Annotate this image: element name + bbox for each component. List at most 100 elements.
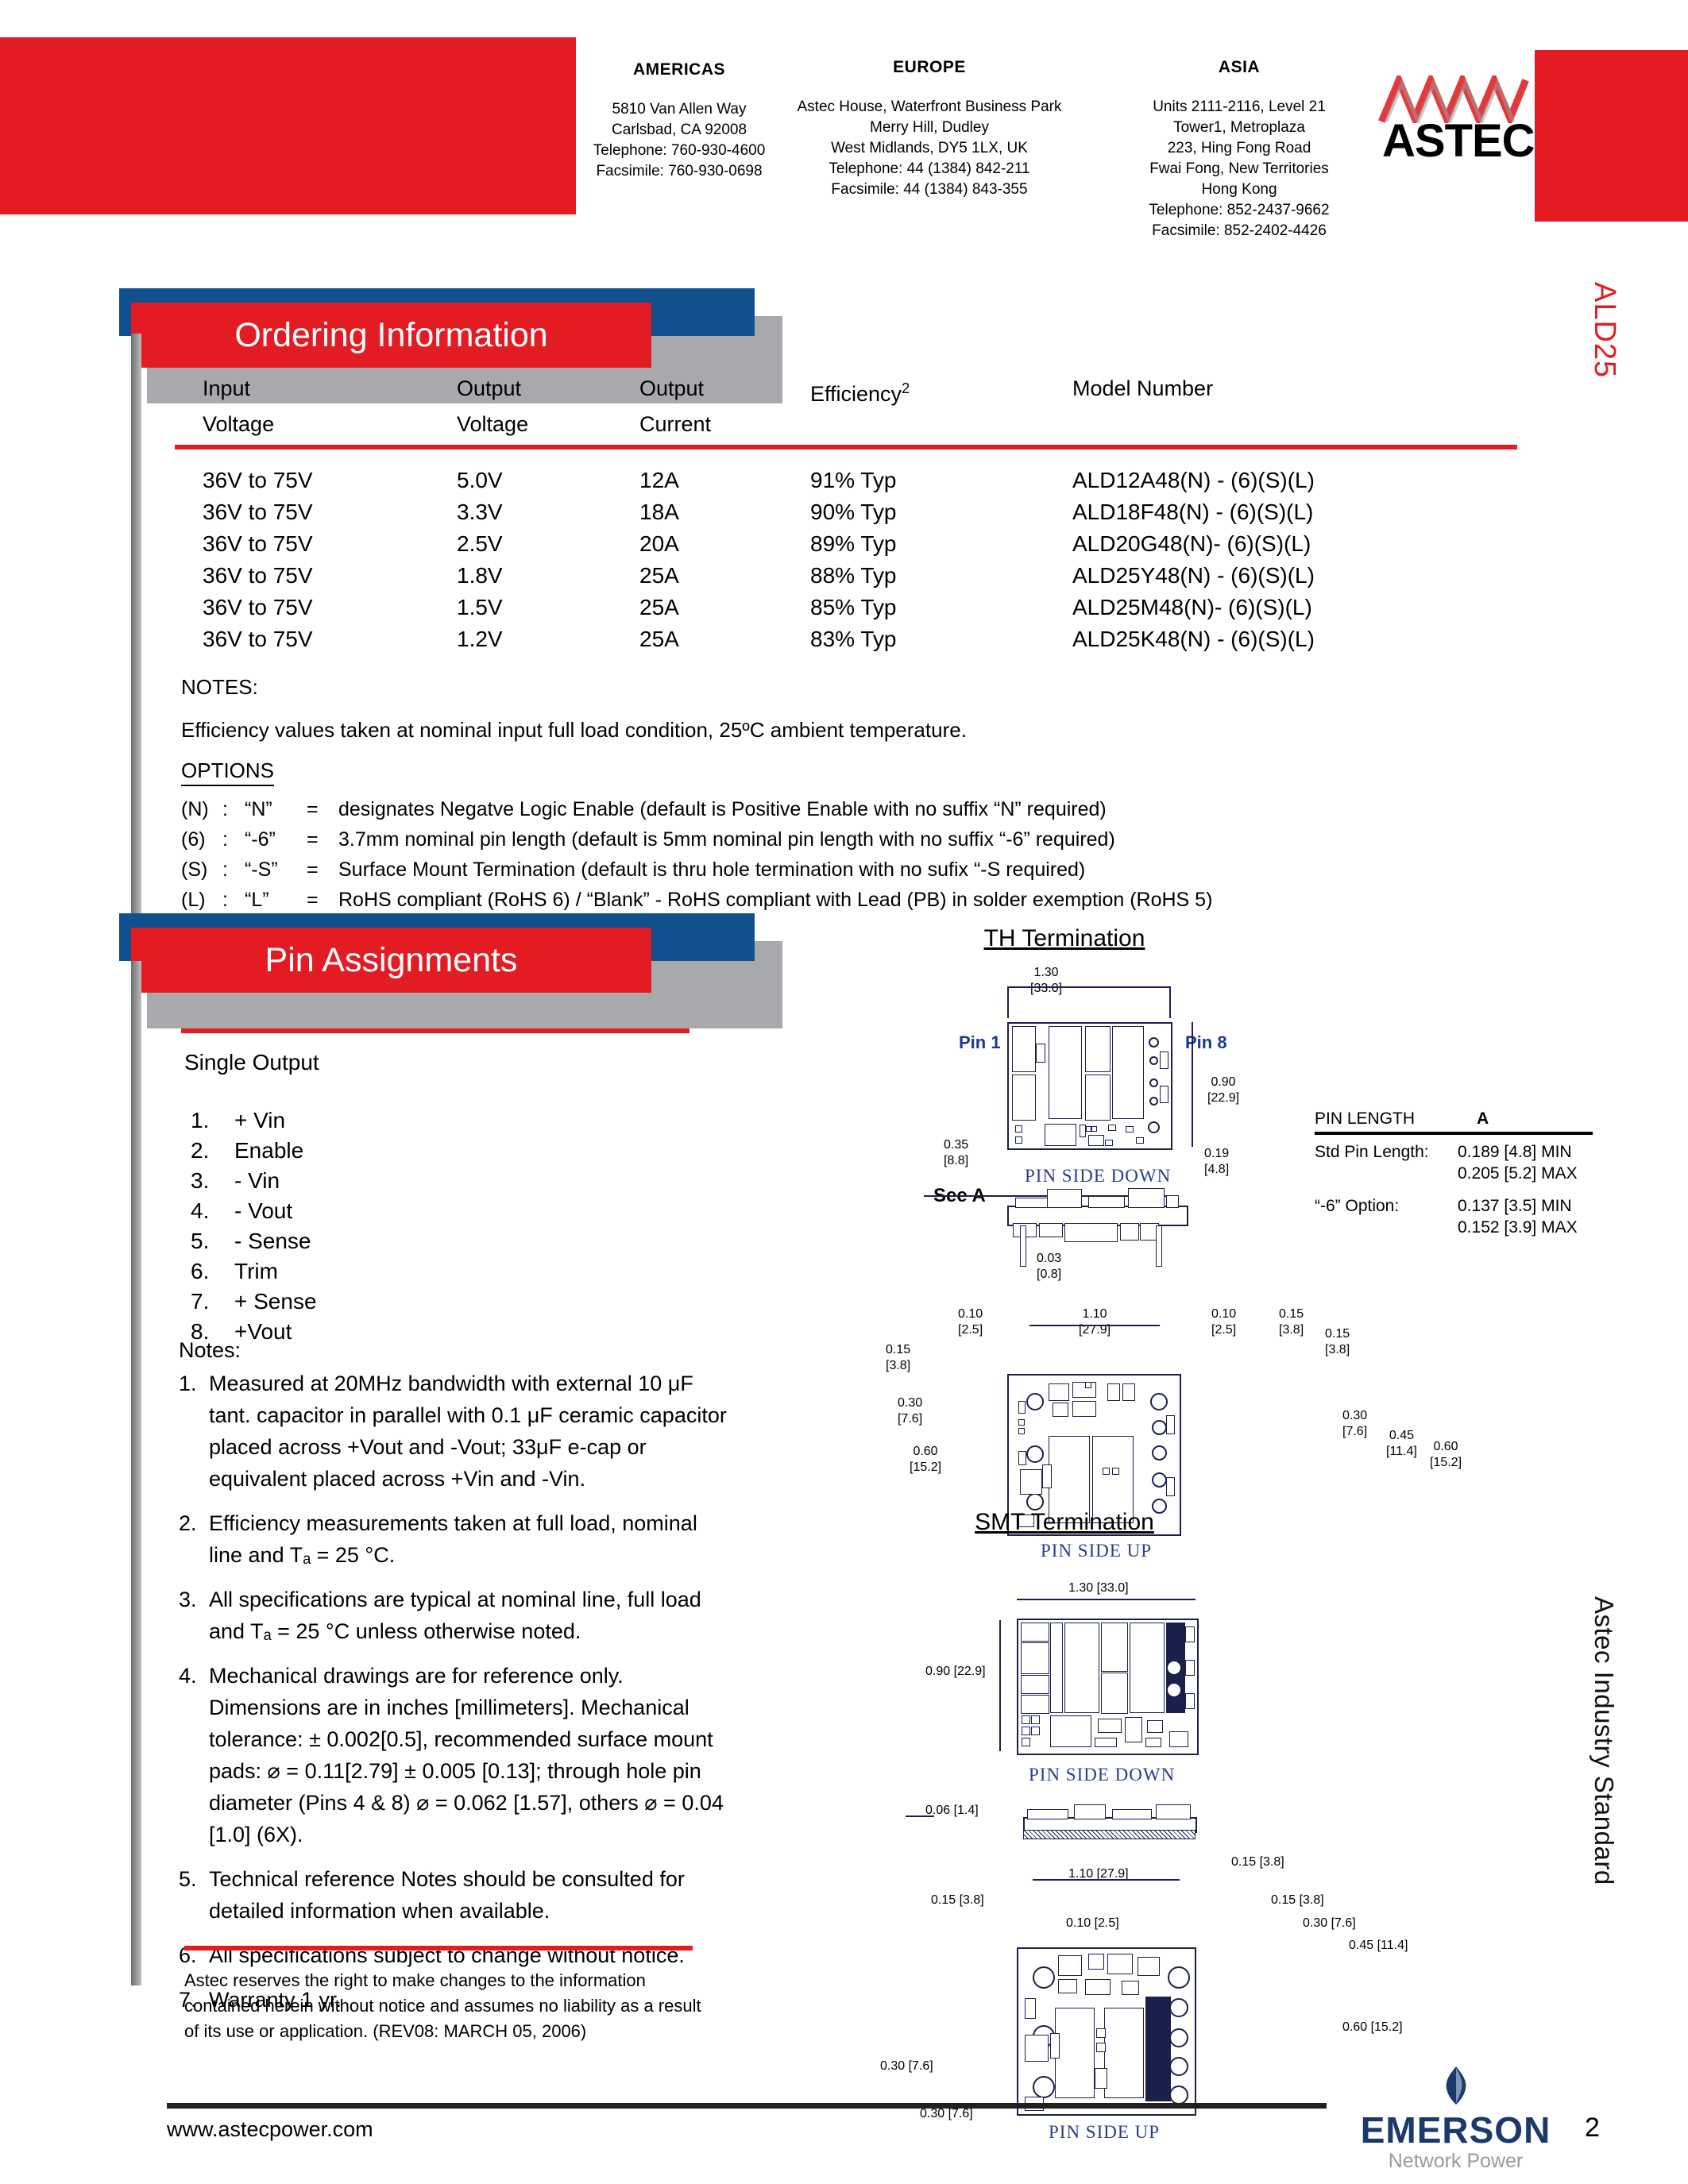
option-text: designates Negatve Logic Enable (default… (338, 798, 1107, 820)
note-number: 3. (179, 1588, 197, 1611)
table-row: 36V to 75V 1.8V 25A 88% Typ ALD25Y48(N) … (203, 560, 1513, 592)
dim-value-mm: [15.2] (1430, 1456, 1462, 1469)
dim-th-015-b: 0.15 [3.8] (1325, 1326, 1350, 1358)
cell-efficiency: 90% Typ (810, 500, 897, 524)
cell-output-voltage: 5.0V (457, 468, 503, 492)
option-key: (N) (181, 798, 209, 820)
note-item: 1. Measured at 20MHz bandwidth with exter… (179, 1368, 727, 1495)
list-item: 2. Enable (191, 1136, 317, 1166)
dim-value-mm: [3.8] (886, 1359, 911, 1372)
dim-th-003: 0.03 [0.8] (1037, 1251, 1061, 1283)
dim-value-mm: [22.9] (1207, 1091, 1240, 1105)
cell-efficiency: 83% Typ (810, 627, 897, 651)
cell-output-current: 25A (639, 627, 679, 651)
pin-label: + Vin (234, 1108, 286, 1133)
office-line: Astec House, Waterfront Business Park (797, 98, 1062, 115)
option-item: (S) : “-S” = Surface Mount Termination (… (181, 855, 1532, 885)
pin-number: 3. (191, 1168, 210, 1193)
dim-value-mm: [8.8] (944, 1154, 969, 1167)
ordering-table-header: Input Output Output Efficiency2 Model Nu… (203, 373, 1513, 439)
table-row: Std Pin Length: 0.189 [4.8] MIN (1315, 1141, 1593, 1163)
dim-value-in: 0.15 (1325, 1327, 1350, 1341)
th-side-part (1120, 1223, 1139, 1241)
dim-smt-010: 0.10 [2.5] (1066, 1916, 1119, 1930)
dim-th-030-left: 0.30 [7.6] (898, 1395, 922, 1427)
col-header-output-voltage: Output (457, 376, 522, 400)
page-header: AMERICAS 5810 Van Allen Way Carlsbad, CA… (0, 0, 1688, 242)
pin1-label: Pin 1 (959, 1032, 1001, 1052)
note-number: 6. (179, 1943, 197, 1967)
note-text: Mechanical drawings are for reference on… (209, 1664, 724, 1846)
cell-efficiency: 89% Typ (810, 531, 897, 556)
dim-th-015-c: 0.15 [3.8] (886, 1342, 910, 1374)
emerson-wordmark: EMERSON (1360, 2109, 1551, 2151)
note-text: Technical reference Notes should be cons… (209, 1867, 685, 1923)
efficiency-footnote-marker: 2 (902, 380, 910, 396)
section-rail (131, 334, 141, 969)
office-line: 5810 Van Allen Way (612, 101, 747, 118)
note-item: 4. Mechanical drawings are for reference … (179, 1660, 727, 1850)
office-europe: EUROPE Astec House, Waterfront Business … (782, 57, 1076, 200)
option-text: 3.7mm nominal pin length (default is 5mm… (338, 828, 1115, 851)
dim-arrow-line (1192, 1022, 1193, 1147)
dim-value-in: 0.60 (913, 1445, 938, 1458)
table-row: 36V to 75V 2.5V 20A 89% Typ ALD20G48(N)-… (203, 528, 1513, 560)
table-row: 36V to 75V 5.0V 12A 91% Typ ALD12A48(N) … (203, 465, 1513, 496)
footer-website-link[interactable]: www.astecpower.com (167, 2117, 373, 2142)
option-code: “N” (245, 798, 272, 820)
th-side-part (1064, 1223, 1118, 1242)
dim-value-mm: [11.4] (1386, 1445, 1417, 1458)
cell-output-voltage: 3.3V (457, 500, 503, 524)
dim-arrow-line (1029, 1325, 1160, 1326)
list-item: 4. - Vout (191, 1196, 317, 1226)
ordering-table-body: 36V to 75V 5.0V 12A 91% Typ ALD12A48(N) … (203, 465, 1513, 655)
office-line: Facsimile: 760-930-0698 (596, 163, 763, 179)
pin-length-max: 0.205 [5.2] MAX (1458, 1164, 1578, 1183)
dim-ext-line (1007, 986, 1009, 1018)
pin-assignments-banner: Pin Assignments (119, 913, 834, 1040)
efficiency-label: Efficiency (810, 382, 902, 406)
dim-value-mm: [4.8] (1204, 1163, 1230, 1176)
dim-value-in: 1.10 (1082, 1307, 1107, 1321)
col-header-output-voltage-2: Voltage (457, 412, 529, 436)
dim-th-045: 0.45 [11.4] (1386, 1428, 1417, 1460)
option-colon: : (222, 889, 228, 911)
cell-input-voltage: 36V to 75V (203, 531, 313, 556)
dim-th-060: 0.60 [15.2] (910, 1444, 941, 1476)
options-title: OPTIONS (181, 758, 275, 786)
note-item: 2. Efficiency measurements taken at full … (179, 1507, 727, 1571)
note-text: Efficiency measurements taken at full lo… (209, 1511, 697, 1567)
dim-th-width: 1.30 [33.0] (1030, 965, 1062, 997)
note-text: Measured at 20MHz bandwidth with externa… (209, 1372, 727, 1491)
option-text: Surface Mount Termination (default is th… (338, 859, 1086, 881)
dim-th-010-left: 0.10 [2.5] (958, 1306, 983, 1338)
list-item: 1. + Vin (191, 1106, 317, 1136)
cell-output-voltage: 1.8V (457, 563, 503, 588)
dim-value-mm: [3.8] (1325, 1343, 1350, 1356)
office-line: Units 2111-2116, Level 21 (1153, 98, 1326, 115)
cell-output-current: 20A (639, 531, 679, 556)
page-number: 2 (1585, 2113, 1600, 2143)
office-line: Facsimile: 44 (1384) 843-355 (831, 181, 1028, 198)
cell-model-number: ALD18F48(N) - (6)(S)(L) (1072, 500, 1314, 524)
dim-value-mm: [2.5] (958, 1323, 983, 1337)
dim-th-030-right: 0.30 [7.6] (1342, 1408, 1367, 1440)
section-rail (131, 961, 141, 1985)
dim-value-in: 0.03 (1037, 1252, 1062, 1265)
astec-wordmark: ASTEC (1382, 115, 1535, 167)
dim-value-mm: [0.8] (1037, 1268, 1062, 1281)
dim-value-mm: [7.6] (1342, 1425, 1368, 1438)
dim-ext-line (1169, 986, 1171, 1018)
banner-title: Ordering Information (131, 303, 651, 368)
th-side-part (1166, 1195, 1179, 1208)
option-equals: = (307, 828, 319, 851)
dim-smt-015-left: 0.15 [3.8] (931, 1893, 984, 1907)
cell-output-current: 25A (639, 595, 679, 619)
dim-smt-015-right: 0.15 [3.8] (1271, 1893, 1324, 1907)
dim-ext-line (906, 1815, 934, 1817)
ordering-notes: NOTES: Efficiency values taken at nomina… (181, 671, 1532, 746)
emerson-logo: EMERSON Network Power (1350, 2065, 1561, 2173)
dim-th-110: 1.10 [27.9] (1079, 1306, 1111, 1338)
col-header-spacer2 (1072, 409, 1501, 439)
dim-th-015-a: 0.15 [3.8] (1279, 1306, 1304, 1338)
